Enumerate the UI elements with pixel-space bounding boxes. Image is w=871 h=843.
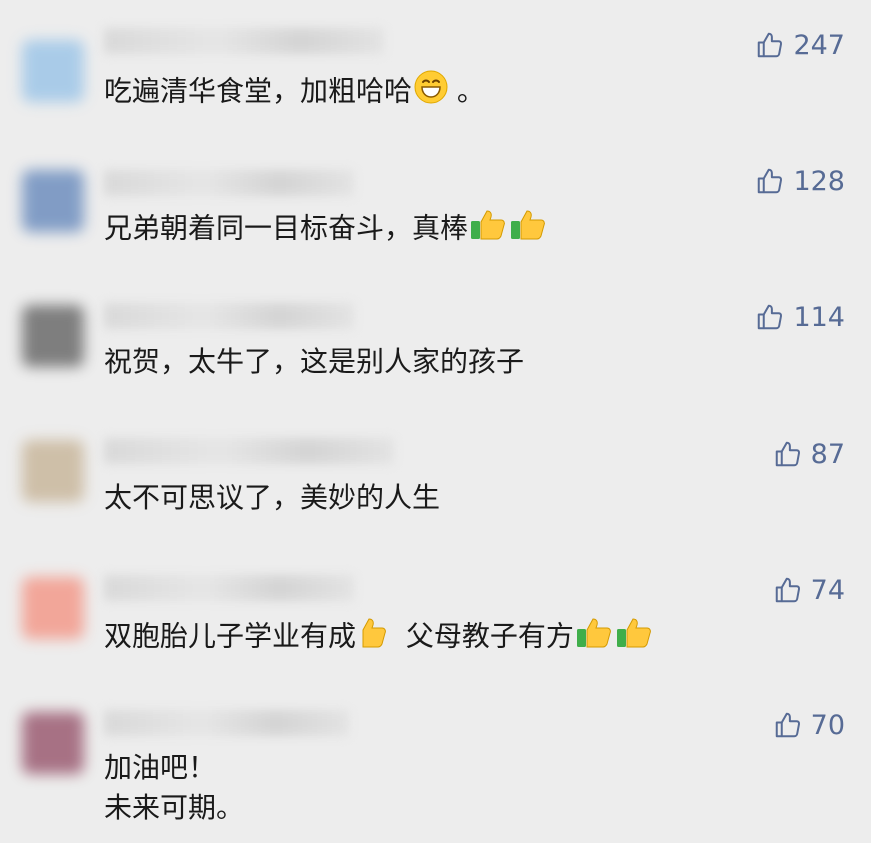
commenter-name-blurred: [104, 438, 394, 464]
thumbs-up-outline-icon: [758, 32, 783, 58]
avatar[interactable]: [22, 712, 84, 774]
thumbs-up-emoji: [470, 207, 508, 252]
thumbs-up-outline-icon: [775, 577, 800, 603]
like-button[interactable]: 70: [773, 708, 845, 742]
commenter-name-blurred: [104, 575, 354, 601]
comment-text: 双胞胎儿子学业有成 父母教子有方: [104, 615, 654, 660]
comment-text: 太不可思议了，美妙的人生: [104, 481, 441, 514]
like-count: 87: [810, 438, 845, 470]
comment-text: 加油吧！ 未来可期。: [104, 751, 245, 824]
comment-item: 87 太不可思议了，美妙的人生: [0, 420, 871, 550]
like-count: 128: [793, 165, 845, 197]
comment-item: 247 吃遍清华食堂，加粗哈哈 。: [0, 0, 871, 150]
thumbs-up-outline-icon: [775, 441, 800, 467]
like-button[interactable]: 114: [755, 300, 845, 334]
avatar[interactable]: [22, 577, 84, 639]
comment-text: 祝贺，太牛了，这是别人家的孩子: [104, 345, 525, 378]
like-count: 74: [810, 574, 845, 606]
comment-item: 70 加油吧！ 未来可期。: [0, 690, 871, 843]
commenter-name-blurred: [104, 710, 349, 736]
thumbs-up-outline-icon: [775, 712, 800, 738]
comment-item: 114 祝贺，太牛了，这是别人家的孩子: [0, 285, 871, 415]
comment-item: 74 双胞胎儿子学业有成 父母教子有方: [0, 555, 871, 685]
like-button[interactable]: 74: [773, 573, 845, 607]
comment-item: 128 兄弟朝着同一目标奋斗，真棒: [0, 150, 871, 280]
commenter-name-blurred: [104, 303, 354, 329]
like-count: 70: [810, 709, 845, 741]
avatar[interactable]: [22, 40, 84, 102]
grinning-face-emoji: [414, 70, 448, 115]
like-button[interactable]: 87: [773, 437, 845, 471]
commenter-name-blurred: [104, 28, 384, 54]
like-button[interactable]: 128: [755, 164, 845, 198]
like-count: 114: [793, 301, 845, 333]
thumbs-up-emoji: [576, 615, 614, 660]
thumbs-up-emoji: [510, 207, 548, 252]
avatar[interactable]: [22, 170, 84, 232]
commenter-name-blurred: [104, 170, 354, 196]
thumbs-up-outline-icon: [758, 168, 783, 194]
thumbs-up-emoji: [616, 615, 654, 660]
thumbs-up-outline-icon: [758, 304, 783, 330]
comment-text: 吃遍清华食堂，加粗哈哈 。: [104, 70, 485, 115]
thumbs-up-emoji: [358, 615, 388, 660]
avatar[interactable]: [22, 305, 84, 367]
like-count: 247: [793, 29, 845, 61]
avatar[interactable]: [22, 440, 84, 502]
like-button[interactable]: 247: [755, 28, 845, 62]
comment-text: 兄弟朝着同一目标奋斗，真棒: [104, 207, 548, 252]
